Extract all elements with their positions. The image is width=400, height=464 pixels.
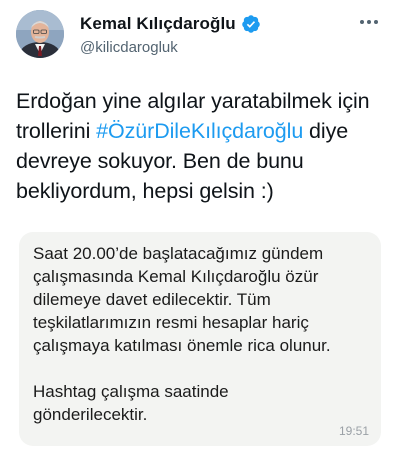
author-info: Kemal Kılıçdaroğlu @kilicdarogluk	[80, 14, 261, 56]
message-timestamp: 19:51	[338, 424, 369, 438]
message-line: teşkilatlarımızın resmi hesaplar hariç	[33, 313, 309, 332]
message-line: Saat 20.00’de başlatacağımız gündem	[33, 244, 324, 263]
name-row: Kemal Kılıçdaroğlu	[80, 14, 261, 34]
profile-photo	[16, 10, 64, 58]
more-options-icon[interactable]	[356, 12, 382, 32]
tweet-text-segment: diye	[303, 119, 349, 143]
tweet-text-segment: trollerini	[16, 119, 97, 143]
tweet-header: Kemal Kılıçdaroğlu @kilicdarogluk	[16, 6, 384, 62]
message-line: çalışmaya katılması önemle rica olunur.	[33, 336, 331, 355]
message-line: gönderilecektir.	[33, 405, 148, 424]
message-line: Hashtag çalışma saatinde	[33, 382, 229, 401]
tweet-line: devreye sokuyor. Ben de bunu	[16, 149, 304, 173]
avatar[interactable]	[16, 10, 64, 58]
author-handle[interactable]: @kilicdarogluk	[80, 39, 261, 56]
quoted-message-text: Saat 20.00’de başlatacağımız gündem çalı…	[33, 242, 373, 426]
tweet-text: Erdoğan yine algılar yaratabilmek için t…	[16, 86, 388, 206]
hashtag-link[interactable]: #ÖzürDileKılıçdaroğlu	[96, 119, 303, 143]
message-line: çalışmasında Kemal Kılıçdaroğlu özür	[33, 267, 319, 286]
quoted-message-card[interactable]: Saat 20.00’de başlatacağımız gündem çalı…	[19, 232, 381, 446]
author-display-name[interactable]: Kemal Kılıçdaroğlu	[80, 14, 236, 34]
message-line: dilemeye davet edilecektir. Tüm	[33, 290, 271, 309]
verified-badge-icon	[242, 15, 260, 33]
tweet-line: Erdoğan yine algılar yaratabilmek için	[16, 89, 370, 113]
tweet-line: bekliyordum, hepsi gelsin :)	[16, 179, 274, 203]
tweet-line: trollerini #ÖzürDileKılıçdaroğlu diye	[16, 116, 388, 146]
